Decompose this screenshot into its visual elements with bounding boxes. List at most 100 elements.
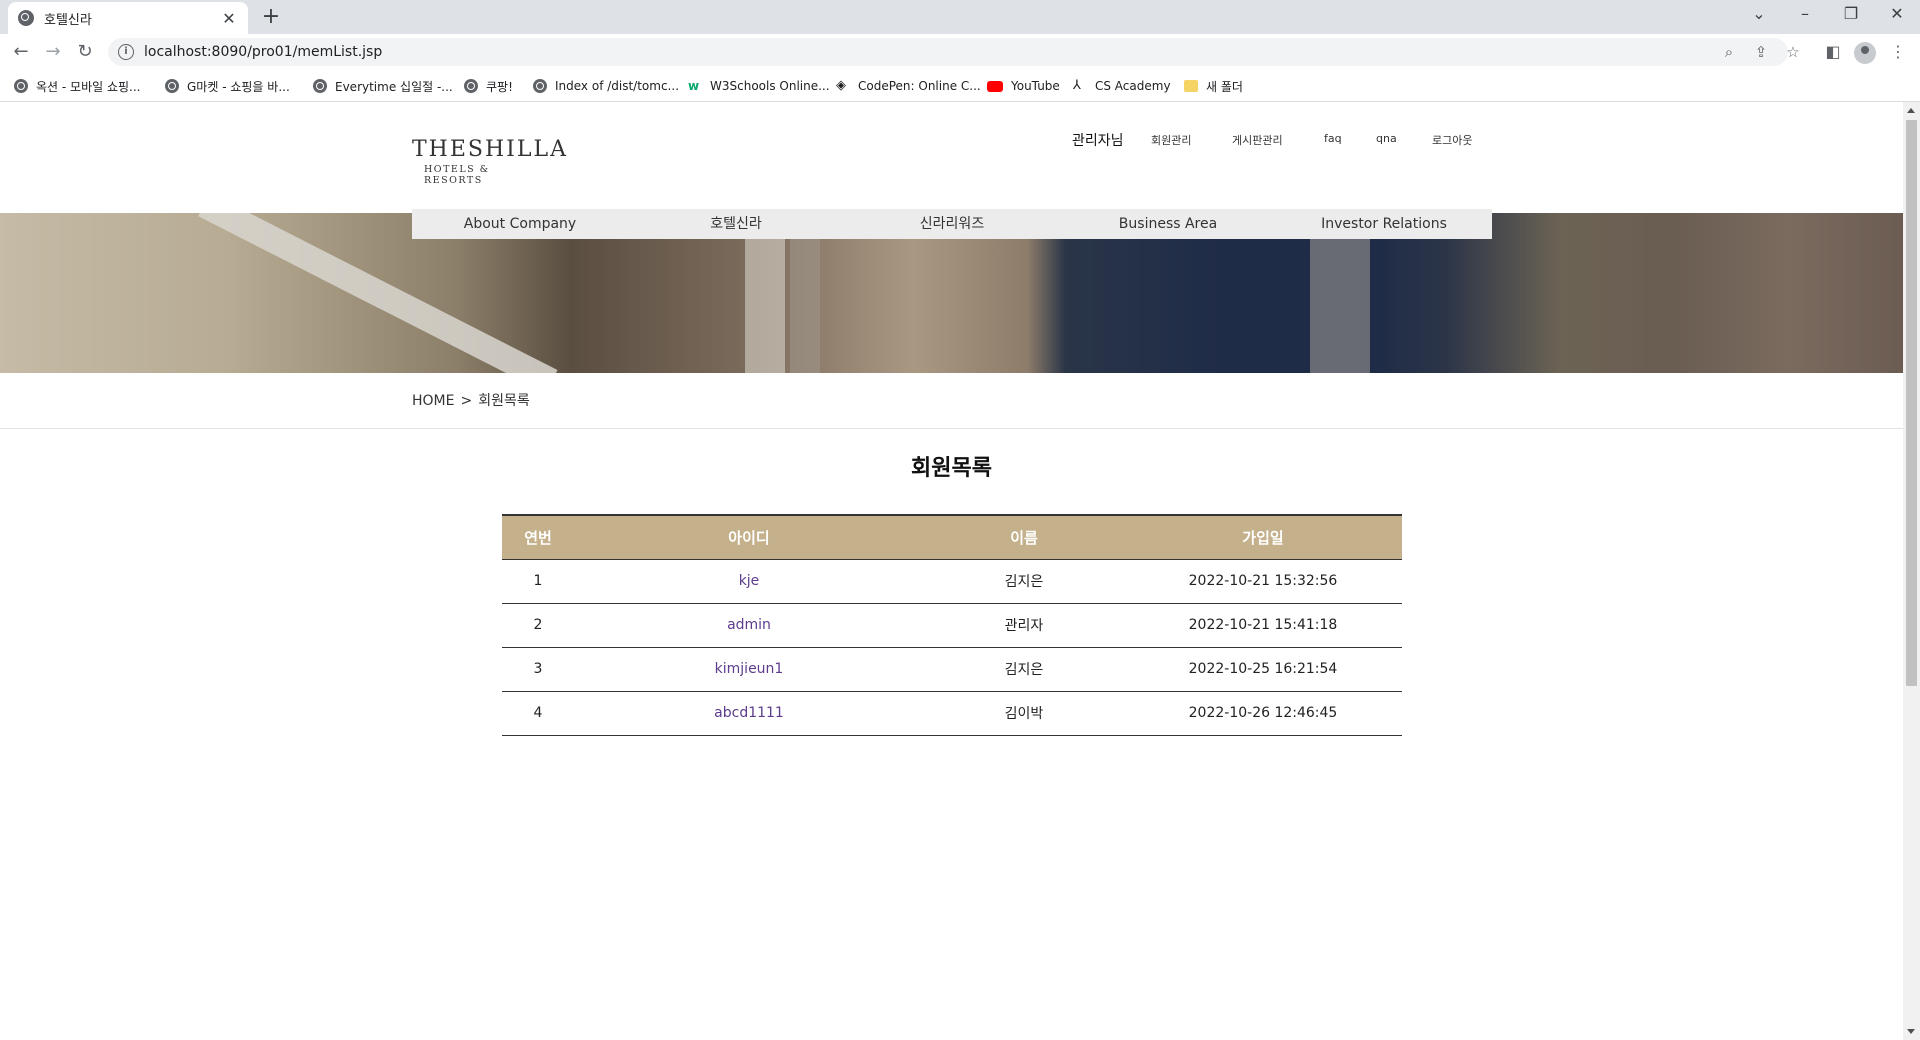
browser-tab[interactable]: 호텔신라 ✕ — [8, 2, 248, 34]
member-manage-link[interactable]: 회원관리 — [1151, 132, 1191, 154]
main-navigation: About Company 호텔신라 신라리워즈 Business Area I… — [412, 209, 1492, 239]
breadcrumb-current: 회원목록 — [478, 393, 530, 409]
bookmarks-bar: 옥션 - 모바일 쇼핑... G마켓 - 쇼핑을 바... Everytime … — [0, 70, 1920, 102]
new-tab-button[interactable]: + — [258, 5, 284, 31]
page-scrollbar[interactable] — [1903, 102, 1920, 1040]
browser-toolbar: ← → ↻ i localhost:8090/pro01/memList.jsp… — [0, 34, 1920, 70]
restore-button[interactable]: ❐ — [1828, 0, 1874, 30]
cell-no: 4 — [502, 691, 574, 736]
bookmark-coupang[interactable]: 쿠팡! — [464, 76, 513, 96]
bookmark-label: 새 폴더 — [1206, 79, 1243, 94]
page-content: THESHILLA HOTELS & RESORTS 관리자님 회원관리 게시판… — [0, 102, 1903, 1040]
cell-date: 2022-10-25 16:21:54 — [1124, 647, 1402, 692]
bookmark-everytime[interactable]: Everytime 십일절 -... — [313, 76, 453, 96]
tab-title: 호텔신라 — [44, 12, 92, 28]
column-header-id: 아이디 — [574, 514, 924, 559]
column-header-date: 가입일 — [1124, 514, 1402, 559]
logout-link[interactable]: 로그아웃 — [1432, 132, 1472, 154]
nav-about-company[interactable]: About Company — [412, 209, 628, 239]
bookmark-label: CS Academy — [1095, 79, 1171, 93]
globe-icon — [313, 79, 327, 93]
bookmark-tomcat-index[interactable]: Index of /dist/tomc... — [533, 76, 679, 96]
codepen-icon: ◈ — [836, 78, 846, 93]
bookmark-label: Everytime 십일절 -... — [335, 79, 453, 94]
scrollbar-thumb[interactable] — [1906, 120, 1917, 686]
cell-date: 2022-10-26 12:46:45 — [1124, 691, 1402, 736]
cell-name: 김지은 — [924, 647, 1124, 692]
bookmark-gmarket[interactable]: G마켓 - 쇼핑을 바... — [165, 76, 290, 96]
browser-tabstrip: 호텔신라 ✕ + ⌄ – ❐ ✕ — [0, 0, 1920, 34]
reload-icon[interactable]: ↻ — [72, 39, 98, 65]
breadcrumb-separator: > — [460, 393, 473, 409]
column-header-no: 연번 — [502, 514, 574, 559]
cell-id-link[interactable]: kimjieun1 — [574, 647, 924, 692]
cell-date: 2022-10-21 15:32:56 — [1124, 558, 1402, 604]
divider — [0, 428, 1903, 429]
table-header-row: 연번 아이디 이름 가입일 — [502, 514, 1402, 559]
cell-name: 김이박 — [924, 691, 1124, 736]
cell-date: 2022-10-21 15:41:18 — [1124, 603, 1402, 648]
share-icon[interactable]: ⇪ — [1752, 43, 1770, 61]
column-header-name: 이름 — [924, 514, 1124, 559]
site-logo[interactable]: THESHILLA HOTELS & RESORTS — [412, 138, 566, 187]
table-row: 3 kimjieun1 김지은 2022-10-25 16:21:54 — [502, 647, 1402, 692]
bookmark-label: 쿠팡! — [486, 79, 513, 94]
bookmark-label: YouTube — [1011, 79, 1060, 93]
side-panel-icon[interactable]: ◧ — [1823, 42, 1843, 62]
globe-icon — [464, 79, 478, 93]
more-menu-icon[interactable]: ⋮ — [1888, 42, 1908, 62]
nav-investor-relations[interactable]: Investor Relations — [1276, 209, 1492, 239]
cell-no: 2 — [502, 603, 574, 648]
site-info-icon[interactable]: i — [118, 44, 134, 60]
globe-icon — [533, 79, 547, 93]
tab-search-icon[interactable]: ⌄ — [1736, 0, 1782, 30]
bookmark-label: G마켓 - 쇼핑을 바... — [187, 79, 290, 94]
bookmark-youtube[interactable]: YouTube — [987, 76, 1060, 96]
minimize-button[interactable]: – — [1782, 0, 1828, 30]
back-arrow-icon[interactable]: ← — [8, 39, 34, 65]
bookmark-star-icon[interactable]: ☆ — [1784, 43, 1802, 61]
bookmark-new-folder[interactable]: 새 폴더 — [1184, 76, 1243, 96]
admin-greeting: 관리자님 — [1072, 133, 1124, 149]
scroll-down-arrow-icon[interactable] — [1907, 1029, 1915, 1034]
nav-shilla-rewards[interactable]: 신라리워즈 — [844, 209, 1060, 239]
globe-icon — [18, 10, 34, 26]
table-row: 2 admin 관리자 2022-10-21 15:41:18 — [502, 603, 1402, 648]
logo-sub-text: HOTELS & RESORTS — [424, 164, 490, 186]
faq-link[interactable]: faq — [1324, 132, 1342, 154]
address-bar[interactable]: i localhost:8090/pro01/memList.jsp — [108, 38, 1788, 66]
nav-hotel-shilla[interactable]: 호텔신라 — [628, 209, 844, 239]
table-row: 1 kje 김지은 2022-10-21 15:32:56 — [502, 558, 1402, 604]
folder-icon — [1184, 80, 1198, 92]
bookmark-cs-academy[interactable]: ⅄ CS Academy — [1073, 76, 1171, 96]
breadcrumb-home[interactable]: HOME — [412, 393, 454, 409]
cell-no: 3 — [502, 647, 574, 692]
cell-name: 김지은 — [924, 558, 1124, 604]
page-title: 회원목록 — [911, 456, 992, 481]
bookmark-auction[interactable]: 옥션 - 모바일 쇼핑... — [14, 76, 141, 96]
globe-icon — [165, 79, 179, 93]
cell-id-link[interactable]: abcd1111 — [574, 691, 924, 736]
member-table: 연번 아이디 이름 가입일 1 kje 김지은 2022-10-21 15:32… — [502, 514, 1402, 736]
nav-business-area[interactable]: Business Area — [1060, 209, 1276, 239]
bookmark-codepen[interactable]: ◈ CodePen: Online C... — [836, 76, 981, 96]
cell-no: 1 — [502, 558, 574, 604]
close-tab-icon[interactable]: ✕ — [220, 9, 238, 28]
forward-arrow-icon[interactable]: → — [40, 39, 66, 65]
youtube-icon — [987, 80, 1003, 92]
scroll-up-arrow-icon[interactable] — [1907, 108, 1915, 113]
bookmark-label: 옥션 - 모바일 쇼핑... — [36, 79, 141, 94]
board-manage-link[interactable]: 게시판관리 — [1232, 132, 1283, 154]
cell-id-link[interactable]: admin — [574, 603, 924, 648]
w3schools-icon: w — [688, 79, 700, 93]
url-text[interactable]: localhost:8090/pro01/memList.jsp — [144, 44, 382, 60]
qna-link[interactable]: qna — [1376, 132, 1397, 154]
zoom-icon[interactable]: ⌕ — [1720, 43, 1738, 61]
close-window-button[interactable]: ✕ — [1874, 0, 1920, 30]
bookmark-w3schools[interactable]: w W3Schools Online... — [688, 76, 830, 96]
profile-avatar[interactable] — [1854, 42, 1876, 64]
bookmark-label: W3Schools Online... — [710, 79, 830, 93]
cell-name: 관리자 — [924, 603, 1124, 648]
bookmark-label: CodePen: Online C... — [858, 79, 981, 93]
cell-id-link[interactable]: kje — [574, 558, 924, 604]
